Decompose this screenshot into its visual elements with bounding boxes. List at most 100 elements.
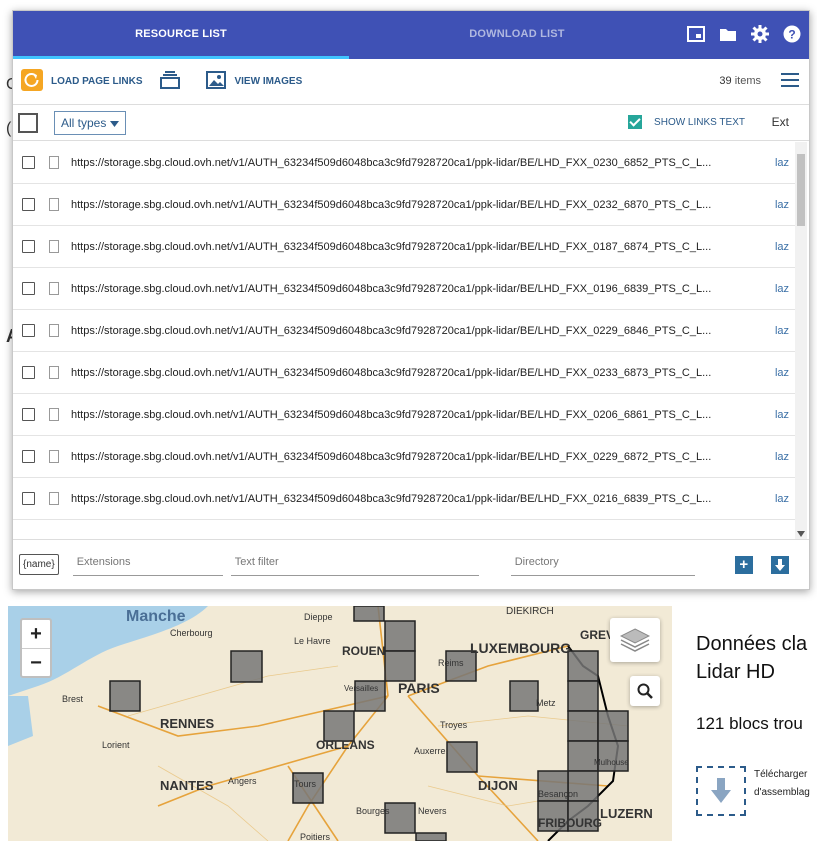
- map-label: Brest: [62, 694, 84, 704]
- extensions-field[interactable]: Extensions: [72, 554, 223, 576]
- row-checkbox[interactable]: [22, 492, 35, 505]
- file-icon: [49, 492, 59, 505]
- row-checkbox[interactable]: [22, 282, 35, 295]
- scroll-down-icon[interactable]: [797, 531, 805, 537]
- stack-button[interactable]: [160, 71, 188, 92]
- list-item[interactable]: https://storage.sbg.cloud.ovh.net/v1/AUT…: [13, 436, 795, 478]
- tab-resource-list[interactable]: RESOURCE LIST: [13, 11, 349, 59]
- list-item[interactable]: https://storage.sbg.cloud.ovh.net/v1/AUT…: [13, 310, 795, 352]
- map-label: Besançon: [538, 789, 579, 799]
- map-label: Poitiers: [300, 832, 331, 841]
- zoom-in-button[interactable]: +: [22, 620, 50, 648]
- row-checkbox[interactable]: [22, 450, 35, 463]
- row-url[interactable]: https://storage.sbg.cloud.ovh.net/v1/AUT…: [71, 199, 767, 211]
- list-item[interactable]: https://storage.sbg.cloud.ovh.net/v1/AUT…: [13, 226, 795, 268]
- map-label: DIEKIRCH: [506, 606, 554, 617]
- map-label: Manche: [126, 608, 186, 625]
- row-ext: laz: [774, 492, 789, 505]
- search-icon: [637, 683, 653, 699]
- type-select[interactable]: All types: [54, 110, 127, 135]
- text-filter-field[interactable]: Text filter: [230, 554, 479, 576]
- scrollbar[interactable]: [795, 142, 807, 539]
- row-url[interactable]: https://storage.sbg.cloud.ovh.net/v1/AUT…: [71, 493, 767, 505]
- map-label: Lorient: [102, 740, 130, 750]
- map-label: NANTES: [160, 778, 214, 793]
- show-links-text-toggle[interactable]: SHOW LINKS TEXT: [628, 115, 745, 129]
- list-item[interactable]: https://storage.sbg.cloud.ovh.net/v1/AUT…: [13, 394, 795, 436]
- background-text: (: [6, 120, 12, 137]
- tab-download-list[interactable]: DOWNLOAD LIST: [349, 11, 685, 59]
- row-url[interactable]: https://storage.sbg.cloud.ovh.net/v1/AUT…: [71, 283, 767, 295]
- row-checkbox[interactable]: [22, 240, 35, 253]
- view-images-button[interactable]: VIEW IMAGES: [206, 71, 302, 92]
- list-item[interactable]: https://storage.sbg.cloud.ovh.net/v1/AUT…: [13, 142, 795, 184]
- row-url[interactable]: https://storage.sbg.cloud.ovh.net/v1/AUT…: [71, 325, 767, 337]
- hamburger-menu-icon[interactable]: [781, 73, 799, 92]
- download-box[interactable]: [696, 766, 746, 816]
- map-view[interactable]: + − Manche Cherbourg Dieppe ROUEN Le Havre DI…: [8, 606, 672, 841]
- map-label: ORLEANS: [316, 738, 375, 752]
- stack-icon: [160, 71, 181, 92]
- row-url[interactable]: https://storage.sbg.cloud.ovh.net/v1/AUT…: [71, 157, 767, 169]
- show-links-checkbox[interactable]: [628, 115, 643, 129]
- row-checkbox[interactable]: [22, 198, 35, 211]
- row-checkbox[interactable]: [22, 408, 35, 421]
- map-label: Troyes: [440, 720, 468, 730]
- map-label: ROUEN: [342, 644, 386, 658]
- window-icon[interactable]: [687, 25, 705, 43]
- folder-icon[interactable]: [719, 25, 737, 43]
- row-checkbox[interactable]: [22, 324, 35, 337]
- zoom-out-button[interactable]: −: [22, 648, 50, 676]
- add-button[interactable]: +: [734, 555, 753, 574]
- filter-row: All types SHOW LINKS TEXT Ext: [13, 105, 809, 141]
- gear-icon[interactable]: [751, 25, 769, 43]
- map-label: DIJON: [478, 778, 518, 793]
- row-url[interactable]: https://storage.sbg.cloud.ovh.net/v1/AUT…: [71, 409, 767, 421]
- reload-icon: [21, 69, 43, 94]
- download-arrow-button[interactable]: [770, 555, 789, 574]
- download-text: Télécharger d'assemblag: [754, 766, 810, 816]
- map-search-button[interactable]: [630, 676, 660, 706]
- download-assembly[interactable]: Télécharger d'assemblag: [696, 766, 817, 816]
- row-url[interactable]: https://storage.sbg.cloud.ovh.net/v1/AUT…: [71, 451, 767, 463]
- side-panel: Données cla Lidar HD 121 blocs trou: [696, 630, 817, 734]
- download-icon: [711, 778, 731, 803]
- help-icon[interactable]: ?: [783, 25, 801, 43]
- file-icon: [49, 282, 59, 295]
- items-count: 39 items: [719, 75, 761, 87]
- list-item[interactable]: https://storage.sbg.cloud.ovh.net/v1/AUT…: [13, 352, 795, 394]
- map-label: LUXEMBOURG: [470, 640, 572, 656]
- svg-text:?: ?: [788, 28, 795, 42]
- directory-field[interactable]: Directory: [510, 554, 695, 576]
- panel-title-line2: Lidar HD: [696, 661, 775, 683]
- row-ext: laz: [774, 408, 789, 421]
- file-icon: [49, 240, 59, 253]
- download-text-line1: Télécharger: [754, 769, 808, 780]
- row-ext: laz: [774, 366, 789, 379]
- load-page-links-button[interactable]: LOAD PAGE LINKS: [21, 69, 142, 94]
- map-label: Angers: [228, 776, 257, 786]
- tab-icons: ?: [687, 25, 801, 43]
- row-ext: laz: [774, 450, 789, 463]
- filter-bar: {name} Extensions Text filter Directory …: [13, 539, 809, 589]
- tab-bar: RESOURCE LIST DOWNLOAD LIST ?: [13, 11, 809, 59]
- name-template-button[interactable]: {name}: [19, 554, 59, 575]
- scrollbar-thumb[interactable]: [797, 154, 805, 226]
- list-item[interactable]: https://storage.sbg.cloud.ovh.net/v1/AUT…: [13, 268, 795, 310]
- type-select-value: All types: [61, 115, 107, 130]
- list-item[interactable]: https://storage.sbg.cloud.ovh.net/v1/AUT…: [13, 478, 795, 520]
- row-url[interactable]: https://storage.sbg.cloud.ovh.net/v1/AUT…: [71, 367, 767, 379]
- row-ext: laz: [774, 156, 789, 169]
- map-label: RENNES: [160, 716, 215, 731]
- map-label: Metz: [536, 698, 556, 708]
- file-icon: [49, 156, 59, 169]
- ext-column-header[interactable]: Ext: [772, 115, 789, 129]
- row-url[interactable]: https://storage.sbg.cloud.ovh.net/v1/AUT…: [71, 241, 767, 253]
- layers-button[interactable]: [610, 618, 660, 662]
- row-checkbox[interactable]: [22, 366, 35, 379]
- select-all-checkbox[interactable]: [18, 112, 38, 133]
- row-checkbox[interactable]: [22, 156, 35, 169]
- zoom-control: + −: [20, 618, 52, 678]
- list-item[interactable]: https://storage.sbg.cloud.ovh.net/v1/AUT…: [13, 184, 795, 226]
- file-icon: [49, 198, 59, 211]
